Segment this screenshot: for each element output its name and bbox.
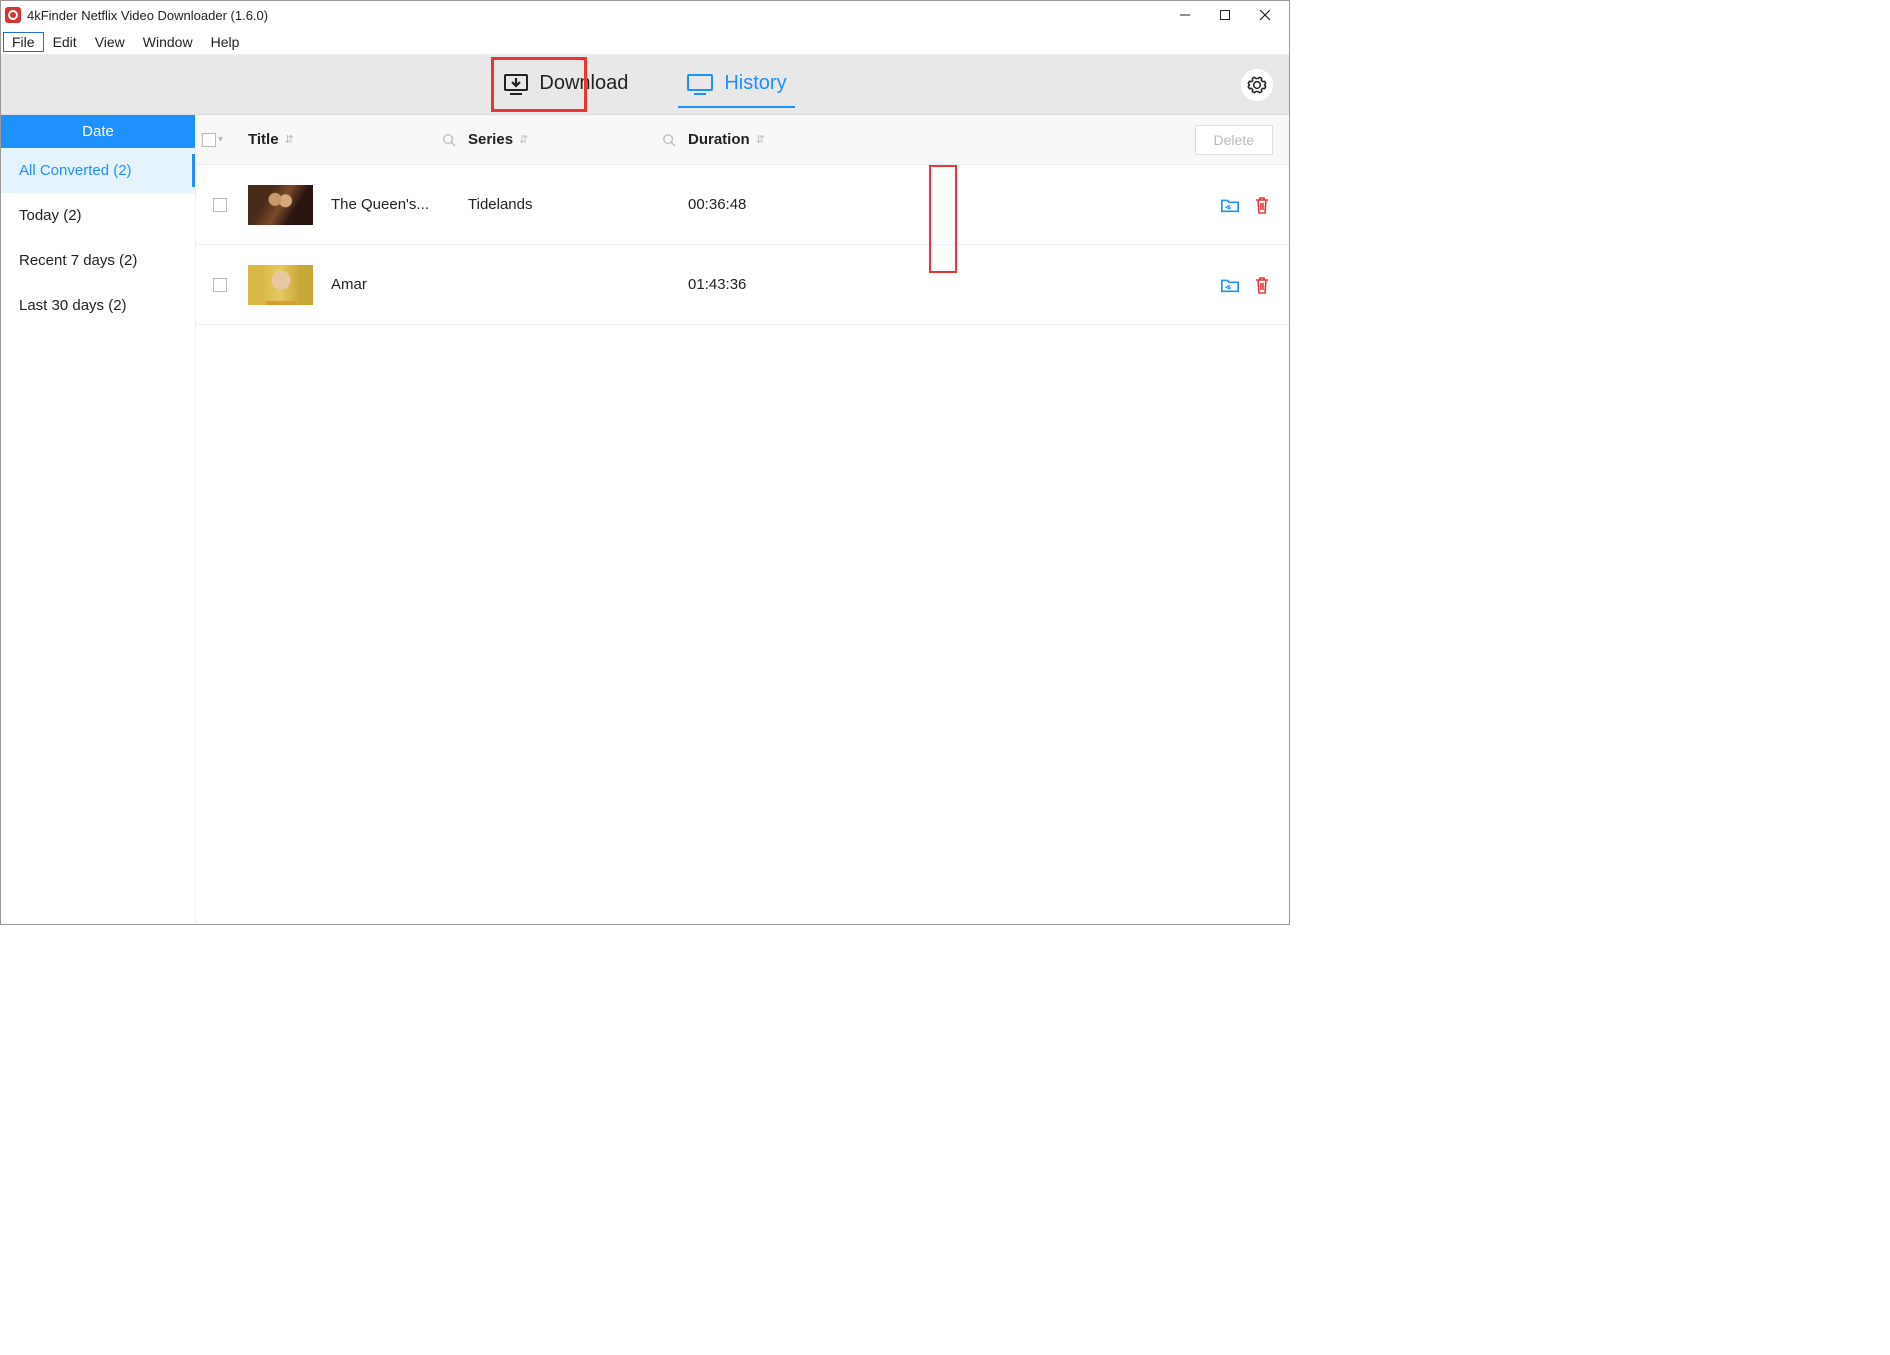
open-folder-button[interactable] xyxy=(1219,195,1241,215)
chevron-down-icon[interactable]: ▾ xyxy=(218,134,223,145)
folder-open-icon xyxy=(1220,196,1240,214)
titlebar: 4kFinder Netflix Video Downloader (1.6.0… xyxy=(1,1,1289,29)
col-title-label: Title xyxy=(248,131,279,148)
menu-window[interactable]: Window xyxy=(134,32,202,52)
open-folder-button[interactable] xyxy=(1219,275,1241,295)
minimize-button[interactable] xyxy=(1165,2,1205,28)
row-actions xyxy=(1219,275,1273,295)
tab-history-label: History xyxy=(724,72,786,95)
col-series-label: Series xyxy=(468,131,513,148)
col-duration-label: Duration xyxy=(688,131,750,148)
table-header: ▾ Title ⇵ Series ⇵ Duration ⇵ xyxy=(196,115,1289,165)
thumbnail xyxy=(248,185,313,225)
row-checkbox[interactable] xyxy=(213,278,227,292)
tab-history[interactable]: History xyxy=(672,64,800,106)
table-row: Amar 01:43:36 xyxy=(196,245,1289,325)
row-title: The Queen's... xyxy=(331,196,468,213)
sidebar-header: Date xyxy=(1,115,195,148)
trash-icon xyxy=(1253,195,1271,215)
col-series-header[interactable]: Series ⇵ xyxy=(468,131,688,148)
window-title: 4kFinder Netflix Video Downloader (1.6.0… xyxy=(27,8,1165,23)
sidebar: Date All Converted (2) Today (2) Recent … xyxy=(1,115,196,924)
row-title: Amar xyxy=(331,276,468,293)
sort-icon: ⇵ xyxy=(756,133,765,146)
menu-view[interactable]: View xyxy=(86,32,134,52)
maximize-button[interactable] xyxy=(1205,2,1245,28)
search-icon[interactable] xyxy=(442,133,456,147)
gear-icon xyxy=(1247,75,1267,95)
row-series: Tidelands xyxy=(468,196,688,213)
tab-download-label: Download xyxy=(539,72,628,95)
menu-help[interactable]: Help xyxy=(202,32,249,52)
menubar: File Edit View Window Help xyxy=(1,29,1289,55)
sidebar-item-today[interactable]: Today (2) xyxy=(1,193,195,238)
sort-icon: ⇵ xyxy=(519,133,528,146)
sidebar-item-last-30-days[interactable]: Last 30 days (2) xyxy=(1,283,195,328)
search-icon[interactable] xyxy=(662,133,676,147)
app-icon xyxy=(5,7,21,23)
row-actions xyxy=(1219,195,1273,215)
close-button[interactable] xyxy=(1245,2,1285,28)
main: ▾ Title ⇵ Series ⇵ Duration ⇵ xyxy=(196,115,1289,924)
sidebar-item-all-converted[interactable]: All Converted (2) xyxy=(1,148,195,193)
sidebar-item-recent-7-days[interactable]: Recent 7 days (2) xyxy=(1,238,195,283)
row-checkbox[interactable] xyxy=(213,198,227,212)
trash-icon xyxy=(1253,275,1271,295)
row-duration: 01:43:36 xyxy=(688,276,908,293)
folder-open-icon xyxy=(1220,276,1240,294)
body: Date All Converted (2) Today (2) Recent … xyxy=(1,115,1289,924)
monitor-icon xyxy=(686,72,714,96)
download-icon xyxy=(503,72,529,96)
col-check: ▾ xyxy=(202,133,238,147)
delete-button[interactable]: Delete xyxy=(1195,125,1273,155)
col-actions-header: Delete xyxy=(908,125,1279,155)
tab-download[interactable]: Download xyxy=(489,64,642,106)
table-row: The Queen's... Tidelands 00:36:48 xyxy=(196,165,1289,245)
delete-row-button[interactable] xyxy=(1251,275,1273,295)
settings-button[interactable] xyxy=(1241,69,1273,101)
menu-file[interactable]: File xyxy=(3,32,44,52)
sort-icon: ⇵ xyxy=(285,133,294,146)
thumbnail xyxy=(248,265,313,305)
select-all-checkbox[interactable] xyxy=(202,133,216,147)
delete-row-button[interactable] xyxy=(1251,195,1273,215)
window-controls xyxy=(1165,2,1285,28)
col-title-header[interactable]: Title ⇵ xyxy=(238,131,468,148)
toolbar: Download History xyxy=(1,55,1289,115)
tabs: Download History xyxy=(489,64,800,106)
menu-edit[interactable]: Edit xyxy=(44,32,86,52)
row-duration: 00:36:48 xyxy=(688,196,908,213)
col-duration-header[interactable]: Duration ⇵ xyxy=(688,131,908,148)
